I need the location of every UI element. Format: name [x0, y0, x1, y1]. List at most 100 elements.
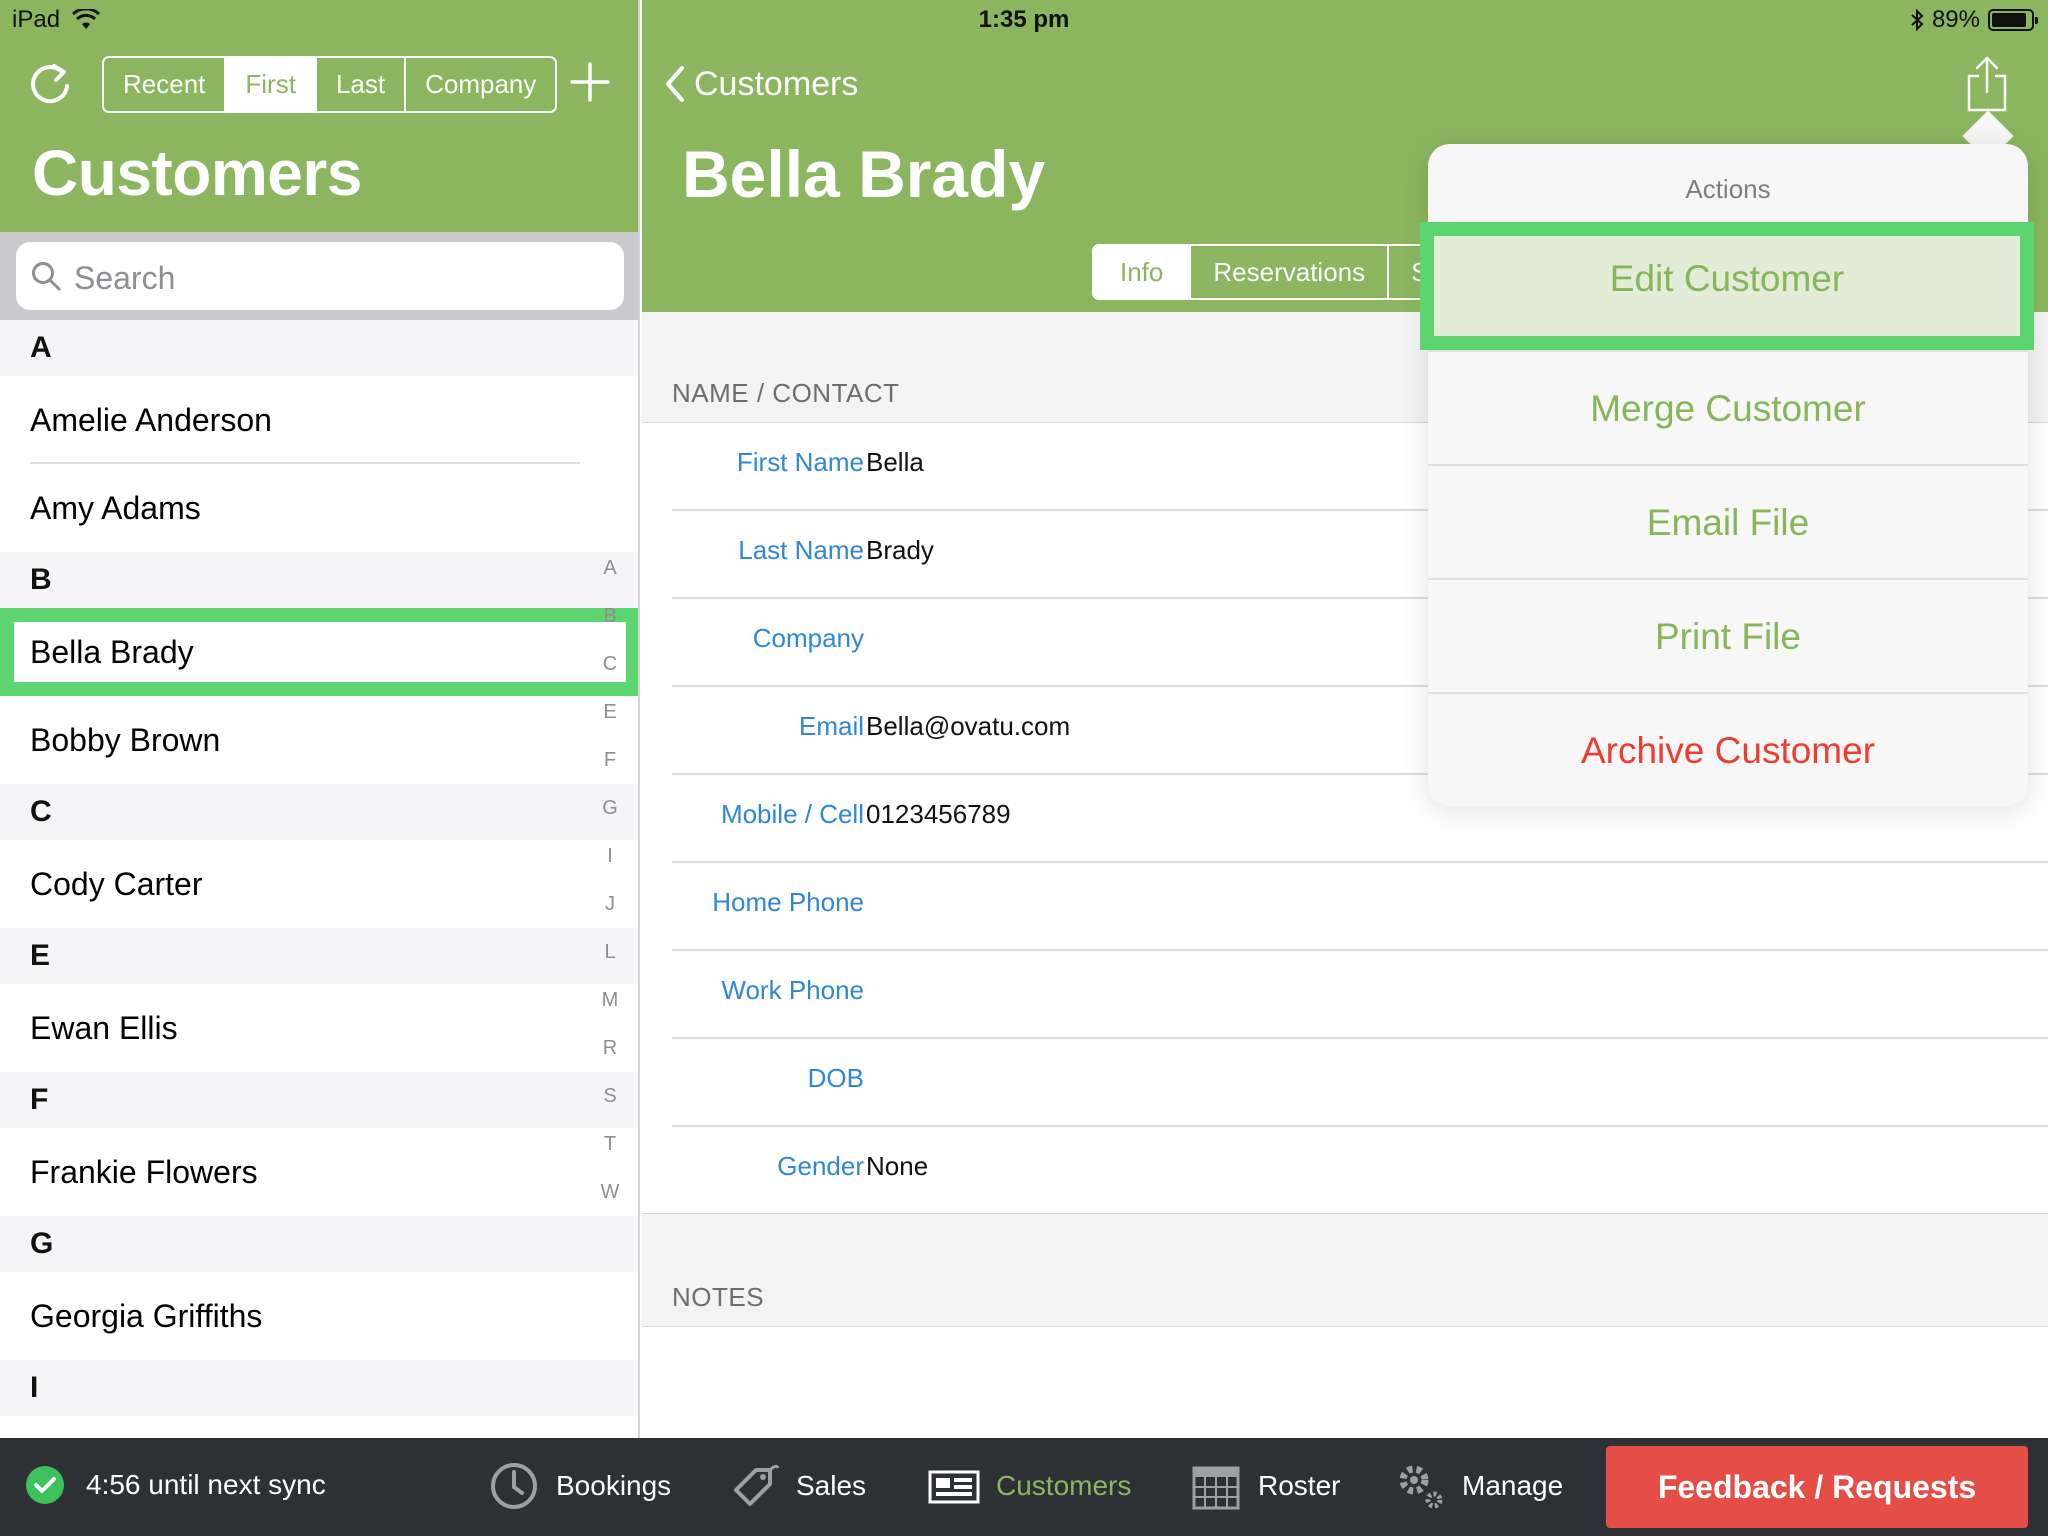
tab-reservations[interactable]: Reservations: [1191, 246, 1390, 298]
list-item[interactable]: Amelie Anderson: [0, 376, 638, 464]
segment-recent[interactable]: Recent: [104, 58, 227, 111]
email-file-button[interactable]: Email File: [1428, 464, 2028, 578]
index-letter[interactable]: L: [596, 942, 624, 990]
index-letter[interactable]: T: [596, 1134, 624, 1182]
sync-status: 4:56 until next sync: [26, 1466, 326, 1504]
field-dob[interactable]: DOB: [672, 1039, 2048, 1127]
check-icon: [26, 1466, 64, 1504]
field-value: Bella: [866, 447, 924, 477]
index-letter[interactable]: F: [596, 750, 624, 798]
search-icon: [32, 262, 61, 291]
index-letter[interactable]: J: [596, 894, 624, 942]
nav-sales[interactable]: Sales: [728, 1460, 866, 1512]
section-header: I: [0, 1360, 638, 1416]
list-item-selected[interactable]: Bella Brady: [0, 608, 638, 696]
gear-icon: [1399, 1465, 1443, 1509]
section-header: F: [0, 1072, 638, 1128]
index-letter[interactable]: I: [596, 846, 624, 894]
field-label: Mobile / Cell: [720, 799, 864, 829]
nav-label: Roster: [1258, 1470, 1341, 1501]
chevron-left-icon: [666, 66, 684, 102]
status-bar: iPad 1:35 pm 89%: [0, 0, 2048, 40]
search-input[interactable]: Search: [16, 242, 624, 310]
index-letter[interactable]: S: [596, 1086, 624, 1134]
segment-first[interactable]: First: [226, 58, 317, 111]
sort-segmented-control: Recent First Last Company: [102, 56, 558, 113]
battery-percent: 89%: [1931, 6, 1980, 33]
clock: 1:35 pm: [978, 6, 1070, 33]
index-letter[interactable]: E: [596, 702, 624, 750]
list-item[interactable]: Cody Carter: [0, 840, 638, 928]
list-item[interactable]: Frankie Flowers: [0, 1128, 638, 1216]
field-value: None: [866, 1151, 929, 1181]
popover-title: Actions: [1685, 174, 1771, 204]
list-item[interactable]: Amy Adams: [0, 464, 638, 552]
refresh-icon[interactable]: [24, 58, 76, 110]
index-letter[interactable]: G: [596, 798, 624, 846]
archive-customer-button[interactable]: Archive Customer: [1428, 692, 2028, 806]
customers-icon: [928, 1470, 980, 1504]
segment-last[interactable]: Last: [317, 58, 407, 111]
index-letter[interactable]: W: [596, 1182, 624, 1230]
feedback-requests-button[interactable]: Feedback / Requests: [1606, 1446, 2028, 1528]
field-label: Email: [798, 711, 864, 741]
bottom-toolbar: 4:56 until next sync Bookings Sales Cust…: [0, 1438, 2048, 1536]
index-letter[interactable]: B: [596, 606, 624, 654]
field-label: Work Phone: [721, 975, 864, 1005]
customer-list-pane: Recent First Last Company Customers Sear…: [0, 0, 640, 1438]
field-label: Company: [752, 623, 864, 653]
field-value: Bella@ovatu.com: [866, 711, 1071, 741]
nav-bookings[interactable]: Bookings: [488, 1460, 671, 1512]
field-gender[interactable]: Gender None: [672, 1127, 2048, 1215]
nav-manage[interactable]: Manage: [1394, 1460, 1563, 1512]
index-letter[interactable]: A: [596, 558, 624, 606]
back-button[interactable]: Customers: [664, 64, 858, 104]
tab-info[interactable]: Info: [1094, 246, 1192, 298]
edit-customer-button[interactable]: Edit Customer: [1420, 222, 2034, 350]
field-value: Brady: [866, 535, 934, 565]
section-label-contact: NAME / CONTACT: [672, 378, 900, 408]
search-bar: Search: [0, 232, 638, 320]
list-title: Customers: [32, 137, 362, 209]
nav-customers[interactable]: Customers: [928, 1460, 1131, 1512]
segment-company[interactable]: Company: [406, 58, 555, 111]
add-customer-icon[interactable]: [568, 60, 612, 104]
customer-list: A Amelie Anderson Amy Adams B Bella Brad…: [0, 320, 638, 1416]
notes-field[interactable]: [642, 1326, 2048, 1438]
field-home-phone[interactable]: Home Phone: [672, 863, 2048, 951]
sync-text: 4:56 until next sync: [86, 1469, 326, 1500]
index-letter[interactable]: R: [596, 1038, 624, 1086]
battery-icon: [1988, 9, 2038, 31]
list-item[interactable]: Bobby Brown: [0, 696, 638, 784]
section-header: G: [0, 1216, 638, 1272]
clock-icon: [491, 1463, 537, 1509]
share-icon[interactable]: [1965, 56, 2009, 112]
index-letter[interactable]: M: [596, 990, 624, 1038]
field-label: Gender: [777, 1151, 864, 1181]
section-header: C: [0, 784, 638, 840]
customer-name-title: Bella Brady: [682, 137, 1046, 211]
merge-customer-button[interactable]: Merge Customer: [1428, 350, 2028, 464]
tag-icon: [734, 1464, 780, 1506]
index-letter[interactable]: C: [596, 654, 624, 702]
actions-popover: Actions Edit Customer Merge Customer Ema…: [1420, 144, 2034, 806]
field-work-phone[interactable]: Work Phone: [672, 951, 2048, 1039]
section-label-notes: NOTES: [672, 1282, 765, 1312]
field-label: Last Name: [738, 535, 864, 565]
detail-tabs: Info Reservations S: [1092, 244, 1437, 300]
section-header: B: [0, 552, 638, 608]
field-value: 0123456789: [866, 799, 1011, 829]
nav-roster[interactable]: Roster: [1190, 1460, 1340, 1512]
section-header: A: [0, 320, 638, 376]
nav-label: Customers: [996, 1470, 1132, 1501]
field-label: DOB: [807, 1063, 864, 1093]
back-label: Customers: [694, 64, 859, 103]
nav-label: Manage: [1462, 1470, 1564, 1501]
list-item[interactable]: Ewan Ellis: [0, 984, 638, 1072]
section-index[interactable]: A B C E F G I J L M R S T W: [596, 558, 624, 1230]
list-item[interactable]: Georgia Griffiths: [0, 1272, 638, 1360]
field-label: First Name: [736, 447, 864, 477]
print-file-button[interactable]: Print File: [1428, 578, 2028, 692]
calendar-icon: [1192, 1466, 1240, 1510]
nav-label: Bookings: [556, 1470, 672, 1501]
